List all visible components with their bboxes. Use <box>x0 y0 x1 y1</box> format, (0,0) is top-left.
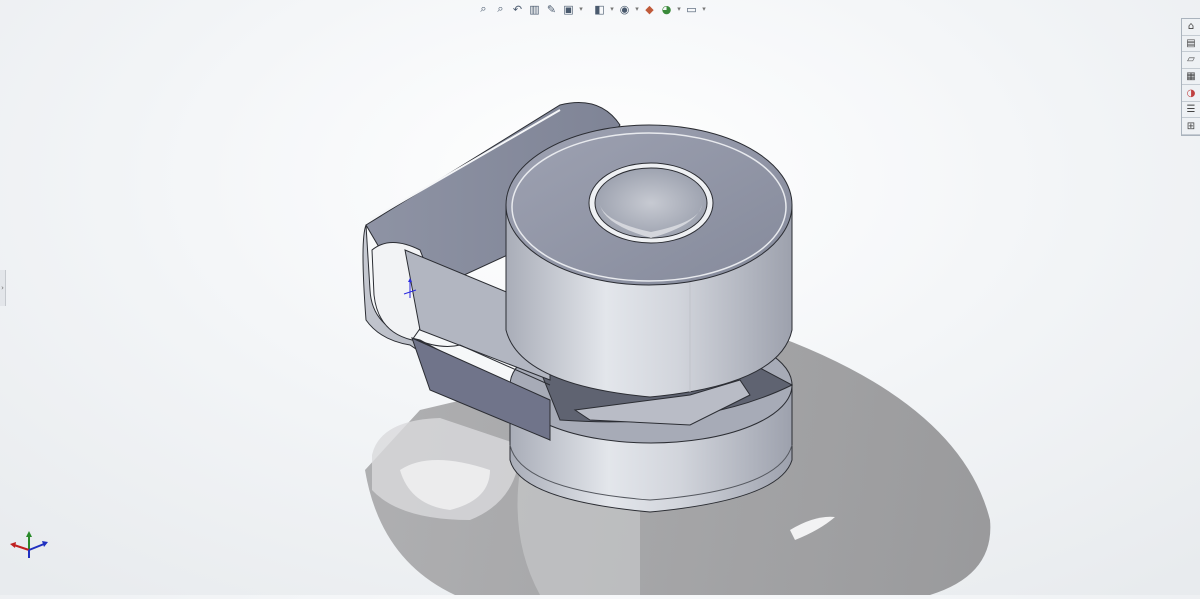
appearances-icon[interactable]: ◑ <box>1182 85 1200 102</box>
chevron-down-icon[interactable]: ▾ <box>634 5 640 13</box>
previous-view-icon[interactable]: ↶ <box>510 2 525 17</box>
heads-up-view-toolbar: ⌕ ⌕ ↶ ▥ ✎ ▣ ▾ ◧ ▾ ◉ ▾ ◆ ◕ ▾ ▭ ▾ <box>476 0 707 18</box>
home-icon[interactable]: ⌂ <box>1182 19 1200 36</box>
hide-show-items-icon[interactable]: ◉ <box>617 2 632 17</box>
view-settings-icon[interactable]: ▭ <box>684 2 699 17</box>
chevron-down-icon[interactable]: ▾ <box>701 5 707 13</box>
section-view-icon[interactable]: ▥ <box>527 2 542 17</box>
chevron-down-icon[interactable]: ▾ <box>676 5 682 13</box>
feature-manager-expand-handle[interactable]: › <box>0 270 6 306</box>
chevron-down-icon[interactable]: ▾ <box>578 5 584 13</box>
task-pane-tabs: ⌂ ▤ ▱ ▦ ◑ ☰ ⊞ <box>1181 18 1200 136</box>
view-orientation-icon[interactable]: ▣ <box>561 2 576 17</box>
bore-hole[interactable] <box>588 162 714 244</box>
reference-triad-icon <box>10 531 48 558</box>
file-explorer-icon[interactable]: ▱ <box>1182 52 1200 69</box>
apply-scene-icon[interactable]: ◕ <box>659 2 674 17</box>
view-palette-icon[interactable]: ▦ <box>1182 69 1200 86</box>
graphics-area[interactable] <box>0 0 1200 595</box>
edit-appearance-icon[interactable]: ◆ <box>642 2 657 17</box>
zoom-to-fit-icon[interactable]: ⌕ <box>476 2 491 17</box>
design-library-icon[interactable]: ▤ <box>1182 36 1200 53</box>
custom-properties-icon[interactable]: ☰ <box>1182 102 1200 119</box>
chevron-down-icon[interactable]: ▾ <box>609 5 615 13</box>
zoom-to-area-icon[interactable]: ⌕ <box>493 2 508 17</box>
dynamic-annotation-icon[interactable]: ✎ <box>544 2 559 17</box>
display-style-icon[interactable]: ◧ <box>592 2 607 17</box>
solidworks-forum-icon[interactable]: ⊞ <box>1182 118 1200 136</box>
